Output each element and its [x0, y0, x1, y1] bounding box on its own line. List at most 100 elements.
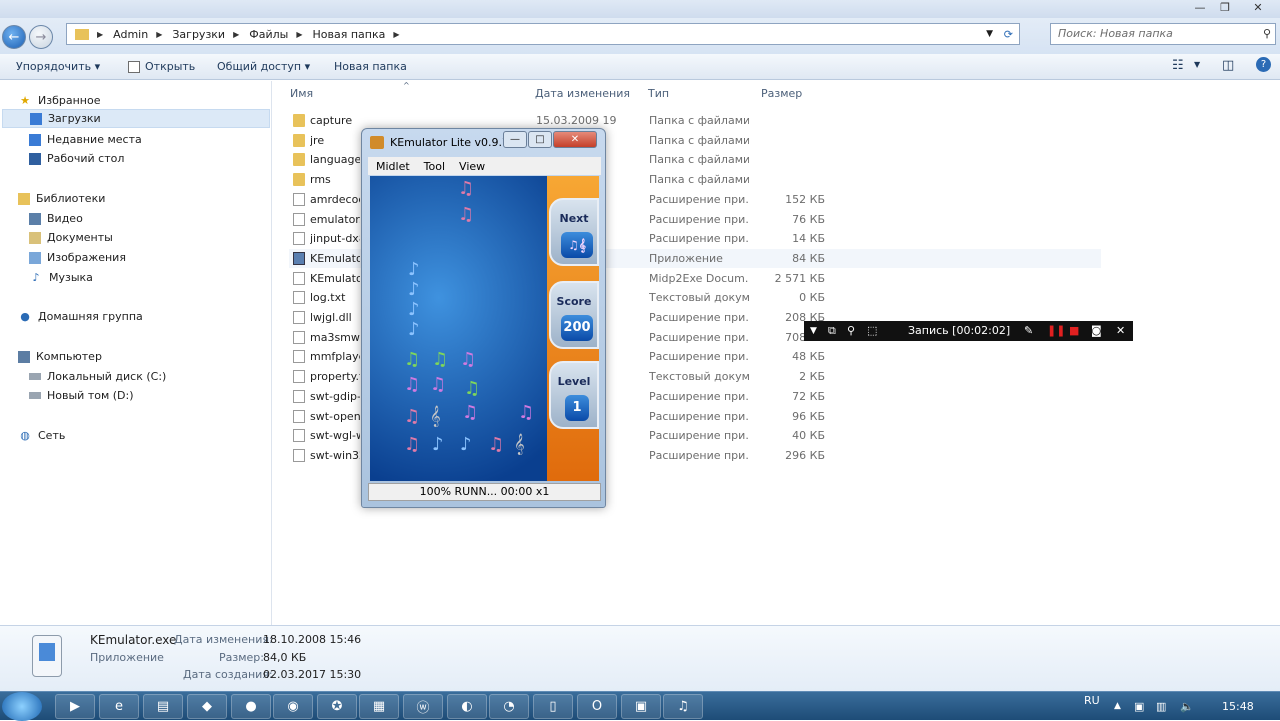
- app-icon[interactable]: ✪: [317, 694, 357, 719]
- chevron-down-icon[interactable]: ▼: [986, 29, 993, 39]
- address-field[interactable]: ▶ Admin ▶ Загрузки ▶ Файлы ▶ Новая папка ▶ ▼…: [66, 23, 1020, 45]
- view-options-icon[interactable]: ☷: [1172, 58, 1184, 73]
- kemulator-task-icon[interactable]: ♫: [663, 694, 703, 719]
- app-icon[interactable]: ⓦ: [403, 694, 443, 719]
- note-piece-icon: ♫: [404, 349, 421, 370]
- column-header-date[interactable]: Дата изменения: [535, 87, 630, 100]
- preview-pane-icon[interactable]: ◫: [1222, 58, 1234, 73]
- note-piece-icon: ♪: [432, 434, 444, 455]
- note-piece-icon: ♫: [462, 402, 479, 423]
- start-button[interactable]: [2, 692, 42, 721]
- kemulator-maximize-button[interactable]: □: [528, 131, 552, 148]
- kemulator-close-button[interactable]: ✕: [553, 131, 597, 148]
- new-folder-button[interactable]: Новая папка: [334, 60, 407, 73]
- opera-icon[interactable]: O: [577, 694, 617, 719]
- pause-icon[interactable]: ❚❚: [1047, 324, 1065, 337]
- close-icon[interactable]: ✕: [1116, 324, 1125, 337]
- sidebar-item-video[interactable]: Видео: [29, 209, 83, 228]
- next-label: Next: [559, 212, 589, 225]
- sidebar-item-network[interactable]: ◍ Сеть: [18, 426, 65, 445]
- region-icon[interactable]: ⬚: [867, 324, 877, 337]
- chevron-down-icon[interactable]: ▼: [1194, 60, 1200, 69]
- next-panel: Next ♫𝄞: [549, 198, 599, 266]
- volume-icon[interactable]: 🔈: [1180, 692, 1194, 721]
- back-button[interactable]: ←: [2, 25, 26, 49]
- forward-button[interactable]: →: [29, 25, 53, 49]
- note-piece-icon: ♫: [458, 204, 475, 225]
- stop-icon[interactable]: ■: [1069, 324, 1079, 337]
- tray-expand-icon[interactable]: ▲: [1114, 692, 1121, 721]
- file-type: Расширение при...: [649, 429, 749, 443]
- navigation-pane: ★ Избранное Загрузки Недавние места Рабоч…: [0, 81, 272, 625]
- file-size: 296 КБ: [785, 448, 825, 462]
- kemulator-minimize-button[interactable]: —: [503, 131, 527, 148]
- app-icon[interactable]: ◔: [489, 694, 529, 719]
- pen-icon[interactable]: ✎: [1024, 324, 1033, 337]
- sidebar-item-computer[interactable]: Компьютер: [18, 347, 102, 366]
- internet-explorer-icon[interactable]: e: [99, 694, 139, 719]
- breadcrumb-new-folder[interactable]: Новая папка: [312, 28, 385, 41]
- sidebar-item-downloads[interactable]: Загрузки: [2, 109, 270, 128]
- explorer-icon[interactable]: ▤: [143, 694, 183, 719]
- file-icon: [293, 212, 305, 226]
- column-header-name[interactable]: Имя: [290, 87, 313, 100]
- file-type: Расширение при...: [649, 409, 749, 423]
- minimize-button[interactable]: —: [1188, 0, 1212, 16]
- sidebar-item-pictures[interactable]: Изображения: [29, 248, 126, 267]
- breadcrumb-admin[interactable]: Admin: [113, 28, 148, 41]
- kemulator-window[interactable]: KEmulator Lite v0.9.7 — □ ✕ Midlet Tool …: [361, 128, 606, 508]
- open-button[interactable]: Открыть: [145, 60, 195, 73]
- kemulator-menubar: Midlet Tool View: [368, 157, 601, 175]
- window-icon[interactable]: ⧉: [828, 324, 836, 338]
- file-icon: [293, 192, 305, 206]
- video-icon: [29, 212, 41, 225]
- app-icon[interactable]: ▯: [533, 694, 573, 719]
- chevron-down-icon[interactable]: ▼: [810, 326, 817, 336]
- file-name: jre: [310, 133, 325, 147]
- breadcrumb-files[interactable]: Файлы: [249, 28, 288, 41]
- organize-button[interactable]: Упорядочить ▾: [16, 60, 100, 73]
- share-button[interactable]: Общий доступ ▾: [217, 60, 310, 73]
- note-piece-icon: ♪: [408, 319, 420, 340]
- close-button[interactable]: ✕: [1246, 0, 1270, 16]
- language-indicator[interactable]: RU: [1084, 686, 1100, 715]
- sidebar-item-favorites[interactable]: ★ Избранное: [18, 91, 100, 110]
- refresh-icon[interactable]: ⟳: [1004, 28, 1013, 41]
- sidebar-item-music[interactable]: ♪ Музыка: [29, 268, 92, 287]
- maximize-button[interactable]: ❐: [1213, 0, 1237, 16]
- app-icon[interactable]: ●: [231, 694, 271, 719]
- column-header-size[interactable]: Размер: [761, 87, 802, 100]
- menu-midlet[interactable]: Midlet: [376, 160, 410, 173]
- app-icon[interactable]: ▣: [621, 694, 661, 719]
- zoom-icon[interactable]: ⚲: [847, 324, 855, 337]
- help-icon[interactable]: ?: [1256, 57, 1271, 72]
- file-name: log.txt: [310, 291, 346, 305]
- breadcrumb-downloads[interactable]: Загрузки: [172, 28, 225, 41]
- menu-view[interactable]: View: [459, 160, 485, 173]
- game-screen[interactable]: ♫ ♫ ♪ ♪ ♪ ♪ ♫ ♫ ♫ ♫ ♫ ♫ ♫ 𝄞 ♫ ♫ ♫ ♪ ♪ ♫ …: [370, 176, 599, 481]
- sidebar-item-recent-places[interactable]: Недавние места: [29, 130, 142, 149]
- network-icon[interactable]: ▥: [1156, 692, 1166, 721]
- file-icon: [293, 389, 305, 403]
- file-icon: [293, 271, 305, 285]
- arrow-left-icon: ←: [8, 29, 20, 45]
- sidebar-item-libraries[interactable]: Библиотеки: [18, 189, 105, 208]
- column-header-type[interactable]: Тип: [648, 87, 669, 100]
- app-icon[interactable]: ▦: [359, 694, 399, 719]
- chrome-icon[interactable]: ◉: [273, 694, 313, 719]
- recent-places-icon: [29, 133, 41, 146]
- clock[interactable]: 15:48: [1222, 692, 1254, 721]
- search-input[interactable]: Поиск: Новая папка ⚲: [1050, 23, 1276, 45]
- sidebar-item-homegroup[interactable]: ● Домашняя группа: [18, 307, 143, 326]
- menu-tool[interactable]: Tool: [424, 160, 445, 173]
- camera-icon[interactable]: ◙: [1091, 324, 1102, 337]
- media-player-icon[interactable]: ▶: [55, 694, 95, 719]
- application-icon: [32, 635, 62, 677]
- sidebar-item-drive-c[interactable]: Локальный диск (C:): [29, 367, 166, 386]
- app-icon[interactable]: ◆: [187, 694, 227, 719]
- sidebar-item-documents[interactable]: Документы: [29, 228, 113, 247]
- app-icon[interactable]: ◐: [447, 694, 487, 719]
- tray-app-icon[interactable]: ▣: [1134, 692, 1144, 721]
- sidebar-item-drive-d[interactable]: Новый том (D:): [29, 386, 134, 405]
- sidebar-item-desktop[interactable]: Рабочий стол: [29, 149, 124, 168]
